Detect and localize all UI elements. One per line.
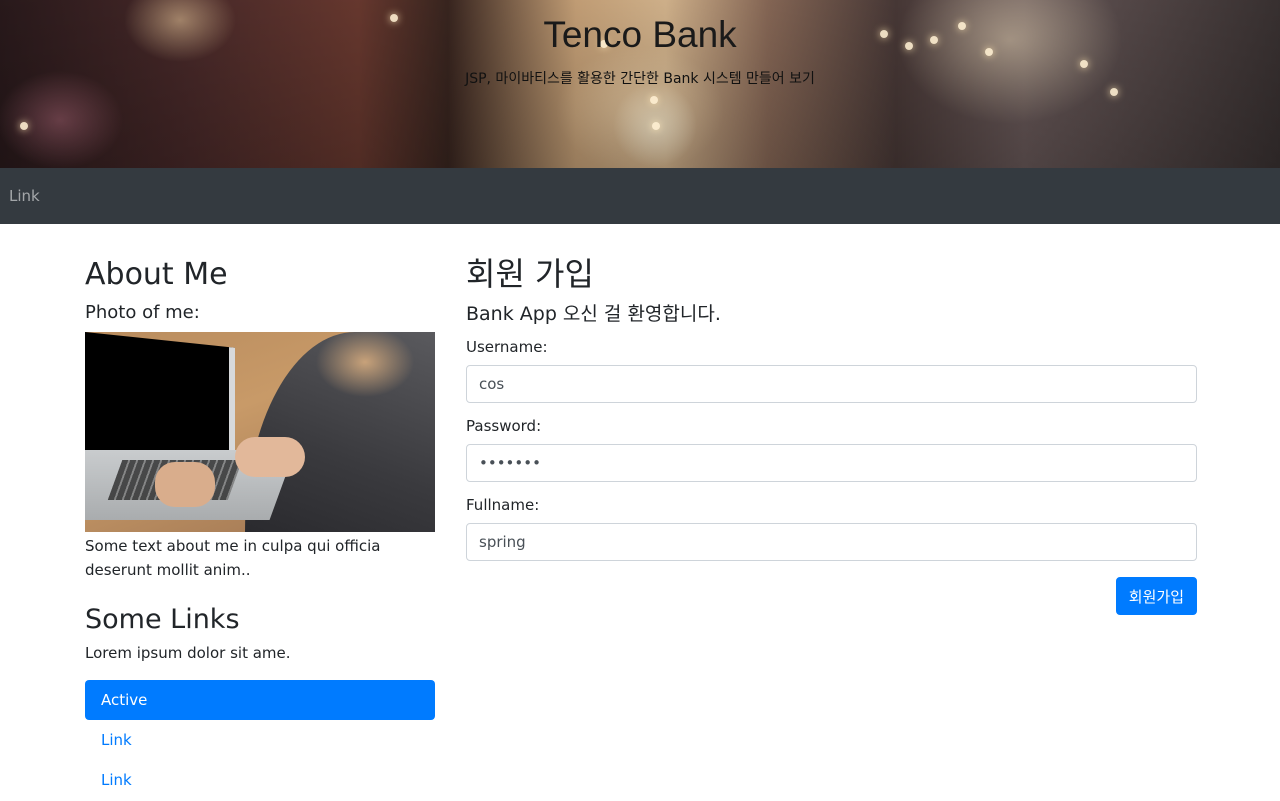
- sidebar: About Me Photo of me: Some text about me…: [85, 224, 435, 800]
- username-group: Username:: [466, 338, 1197, 403]
- navbar-link[interactable]: Link: [9, 187, 40, 205]
- sidebar-link[interactable]: Link: [85, 720, 435, 760]
- header-banner: Tenco Bank JSP, 마이바티스를 활용한 간단한 Bank 시스템 …: [0, 0, 1280, 168]
- links-title: Some Links: [85, 604, 240, 635]
- password-group: Password:: [466, 417, 1197, 482]
- sidebar-link-active[interactable]: Active: [85, 680, 435, 720]
- sidebar-link-item: Active: [85, 680, 435, 720]
- photo-hand-left: [155, 462, 215, 507]
- profile-photo: [85, 332, 435, 532]
- signup-form: Username: Password: Fullname: 회원가입: [466, 338, 1197, 615]
- photo-label: Photo of me:: [85, 302, 200, 323]
- fullname-input[interactable]: [466, 523, 1197, 561]
- password-input[interactable]: [466, 444, 1197, 482]
- about-text: Some text about me in culpa qui officia …: [85, 537, 381, 579]
- sidebar-link-item: Link: [85, 720, 435, 760]
- submit-wrap: 회원가입: [466, 577, 1197, 615]
- sidebar-link-item: Link: [85, 760, 435, 800]
- sidebar-link[interactable]: Link: [85, 760, 435, 800]
- signup-section: 회원 가입 Bank App 오신 걸 환영합니다. Username: Pas…: [466, 224, 1197, 615]
- signup-title: 회원 가입: [466, 255, 594, 293]
- username-input[interactable]: [466, 365, 1197, 403]
- password-label: Password:: [466, 417, 542, 435]
- fullname-label: Fullname:: [466, 496, 540, 514]
- links-text: Lorem ipsum dolor sit ame.: [85, 644, 291, 662]
- signup-welcome: Bank App 오신 걸 환영합니다.: [466, 303, 721, 325]
- about-title: About Me: [85, 257, 228, 292]
- page-subtitle: JSP, 마이바티스를 활용한 간단한 Bank 시스템 만들어 보기: [465, 71, 815, 87]
- photo-hand-right: [235, 437, 305, 477]
- username-label: Username:: [466, 338, 548, 356]
- page-title: Tenco Bank: [543, 14, 737, 55]
- top-navbar: Link: [0, 168, 1280, 224]
- sidebar-links: Active Link Link: [85, 680, 435, 800]
- fullname-group: Fullname:: [466, 496, 1197, 561]
- signup-button[interactable]: 회원가입: [1115, 577, 1197, 615]
